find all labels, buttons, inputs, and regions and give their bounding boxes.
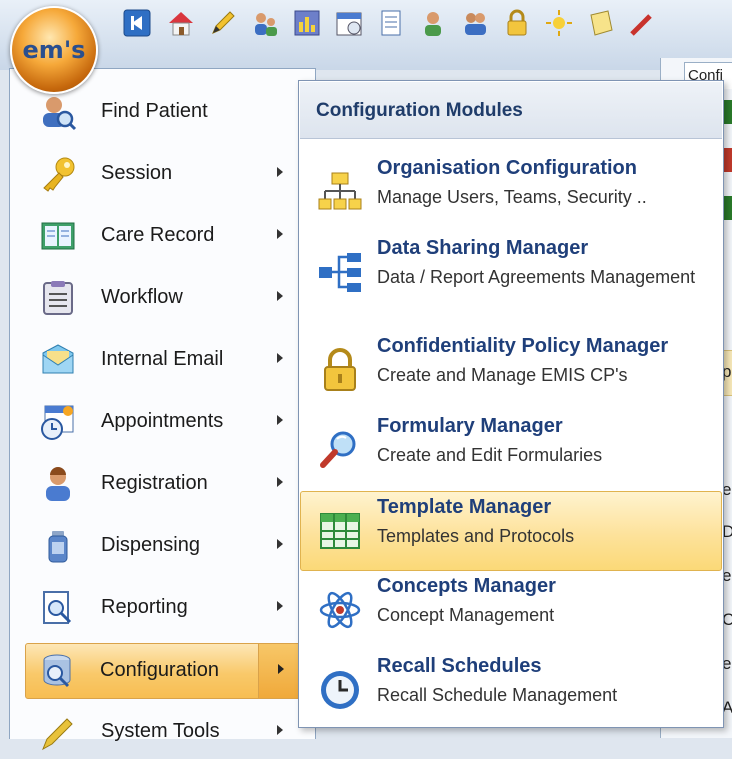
submenu-item-description: Concept Management xyxy=(377,605,555,625)
submenu-item-title: Recall Schedules xyxy=(377,655,542,677)
menu-item-label: Workflow xyxy=(101,286,183,308)
submenu-item-description: Create and Manage EMIS CP's xyxy=(377,365,628,385)
menu-item-workflow[interactable]: Workflow xyxy=(27,271,306,325)
care-record-icon xyxy=(39,217,77,255)
submenu-arrow-icon xyxy=(278,664,284,674)
pencil-icon[interactable] xyxy=(208,8,238,38)
configuration-submenu: Configuration Modules Organisation Confi… xyxy=(298,80,724,728)
person-icon[interactable] xyxy=(418,8,448,38)
submenu-arrow-icon xyxy=(277,353,283,363)
sun-icon[interactable] xyxy=(544,8,574,38)
submenu-item-title: Template Manager xyxy=(377,496,552,518)
submenu-item-description: Data / Report Agreements Management xyxy=(377,267,696,287)
menu-item-label: Reporting xyxy=(101,596,188,618)
envelope-icon xyxy=(39,341,77,379)
menu-item-appointments[interactable]: Appointments xyxy=(27,395,306,449)
submenu-item-title: Concepts Manager xyxy=(377,575,556,597)
submenu-arrow-icon xyxy=(277,539,283,549)
users-icon[interactable] xyxy=(250,8,280,38)
grid-icon xyxy=(317,508,363,554)
submenu-item-confidentiality-policy-manager[interactable]: Confidentiality Policy Manager Create an… xyxy=(301,331,721,409)
note-icon[interactable] xyxy=(586,8,616,38)
pencil-icon xyxy=(39,713,77,751)
application-menu: Find Patient Session Care Record Workflo… xyxy=(9,68,316,751)
submenu-item-data-sharing-manager[interactable]: Data Sharing Manager Data / Report Agree… xyxy=(301,233,721,311)
chart-icon[interactable] xyxy=(292,8,322,38)
padlock-icon xyxy=(317,347,363,393)
submenu-item-formulary-manager[interactable]: Formulary Manager Create and Edit Formul… xyxy=(301,411,721,489)
calendar-icon[interactable] xyxy=(334,8,364,38)
submenu-item-organisation-configuration[interactable]: Organisation Configuration Manage Users,… xyxy=(301,153,721,231)
menu-item-find-patient[interactable]: Find Patient xyxy=(27,85,306,139)
submenu-item-template-manager[interactable]: Template Manager Templates and Protocols xyxy=(300,491,722,571)
submenu-item-concepts-manager[interactable]: Concepts Manager Concept Management xyxy=(301,571,721,649)
menu-item-session[interactable]: Session xyxy=(27,147,306,201)
menu-item-care-record[interactable]: Care Record xyxy=(27,209,306,263)
menu-item-label: System Tools xyxy=(101,720,220,742)
home-icon[interactable] xyxy=(166,8,196,38)
person-icon xyxy=(39,465,77,503)
menu-item-label: Internal Email xyxy=(101,348,224,370)
magnifier-icon xyxy=(317,427,363,473)
app-orb-button[interactable]: em's xyxy=(10,6,98,94)
back-icon[interactable] xyxy=(122,8,152,38)
menu-item-configuration[interactable]: Configuration xyxy=(25,643,310,699)
submenu-arrow-icon xyxy=(277,167,283,177)
menu-item-label: Registration xyxy=(101,472,208,494)
menu-item-dispensing[interactable]: Dispensing xyxy=(27,519,306,573)
find-patient-icon xyxy=(39,93,77,131)
submenu-item-title: Data Sharing Manager xyxy=(377,237,589,259)
lock-icon[interactable] xyxy=(502,8,532,38)
menu-item-label: Dispensing xyxy=(101,534,200,556)
app-orb-label: em's xyxy=(22,36,86,64)
clock-icon xyxy=(317,667,363,713)
menu-item-registration[interactable]: Registration xyxy=(27,457,306,511)
submenu-item-title: Confidentiality Policy Manager xyxy=(377,335,669,357)
submenu-header-title: Configuration Modules xyxy=(316,100,523,121)
report-icon xyxy=(39,589,77,627)
submenu-arrow-icon xyxy=(277,229,283,239)
menu-item-label: Care Record xyxy=(101,224,215,246)
menu-item-label: Session xyxy=(101,162,173,184)
submenu-header: Configuration Modules xyxy=(300,82,722,139)
tool-icon[interactable] xyxy=(628,8,658,38)
atom-icon xyxy=(317,587,363,633)
key-icon xyxy=(39,155,77,193)
document-icon[interactable] xyxy=(376,8,406,38)
menu-item-system-tools[interactable]: System Tools xyxy=(27,705,306,759)
calendar-clock-icon xyxy=(39,403,77,441)
submenu-item-description: Templates and Protocols xyxy=(377,526,575,546)
submenu-arrow-icon xyxy=(277,415,283,425)
bottle-icon xyxy=(39,527,77,565)
menu-item-internal-email[interactable]: Internal Email xyxy=(27,333,306,387)
menu-item-reporting[interactable]: Reporting xyxy=(27,581,306,635)
submenu-item-title: Organisation Configuration xyxy=(377,157,637,179)
quick-access-toolbar xyxy=(0,0,732,70)
database-icon xyxy=(38,652,76,690)
menu-item-label: Find Patient xyxy=(101,100,208,122)
submenu-arrow-icon xyxy=(277,601,283,611)
submenu-item-description: Manage Users, Teams, Security .. xyxy=(377,187,647,207)
clipboard-icon xyxy=(39,279,77,317)
people-icon[interactable] xyxy=(460,8,490,38)
submenu-arrow-icon xyxy=(277,725,283,735)
submenu-item-description: Recall Schedule Management xyxy=(377,685,618,705)
submenu-item-title: Formulary Manager xyxy=(377,415,563,437)
menu-item-label: Appointments xyxy=(101,410,224,432)
submenu-arrow-icon xyxy=(277,477,283,487)
submenu-arrow-icon xyxy=(277,291,283,301)
menu-item-label: Configuration xyxy=(100,659,219,681)
org-chart-icon xyxy=(317,169,363,215)
data-sharing-icon xyxy=(317,249,363,295)
submenu-item-recall-schedules[interactable]: Recall Schedules Recall Schedule Managem… xyxy=(301,651,721,729)
submenu-item-description: Create and Edit Formularies xyxy=(377,445,603,465)
